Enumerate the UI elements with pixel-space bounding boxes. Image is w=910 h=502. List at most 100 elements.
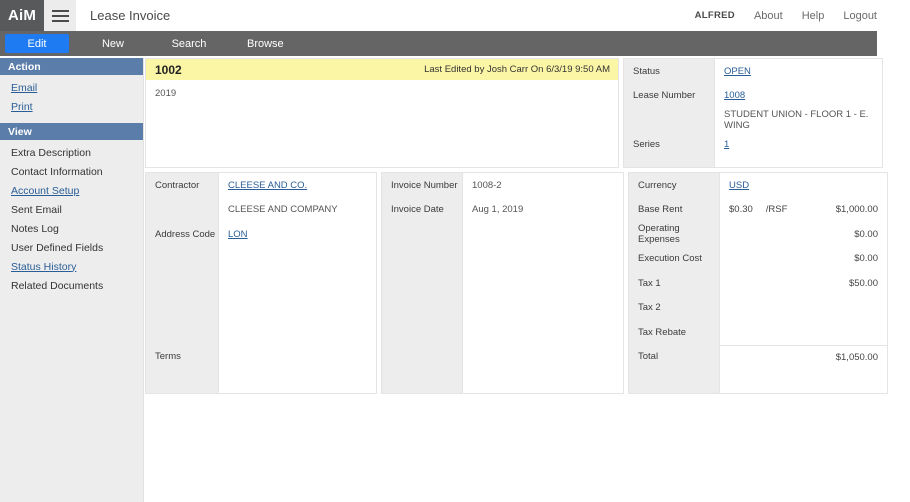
tab-new[interactable]: New [81,34,145,53]
value-spacer [219,320,376,345]
lease-description-text: STUDENT UNION - FLOOR 1 - E. WING [724,109,869,132]
sidebar-item-notes-log[interactable]: Notes Log [0,219,143,238]
sidebar-section-action: Action [0,58,143,75]
sidebar-item-account-setup[interactable]: Account Setup [0,181,143,200]
hamburger-icon[interactable] [44,0,76,31]
label-spacer [146,198,218,223]
status-label-column: Status Lease Number Series [624,59,714,167]
base-rent-amount: $1,000.00 [835,204,878,216]
label-spacer [624,108,714,133]
content-area: 1002 Last Edited by Josh Carr On 6/3/19 … [145,58,910,502]
value-tax-1-row: $50.00 [720,271,887,296]
label-lease-number: Lease Number [633,90,696,102]
status-panel: Status Lease Number Series OPEN 1008 STU… [623,58,883,168]
label-spacer [146,320,218,345]
value-contractor-name-row: CLEESE AND COMPANY [219,198,376,223]
hamburger-line [51,19,69,22]
label-operating-expenses: Operating Expenses [638,223,680,246]
label-tax-2: Tax 2 [638,302,661,314]
current-user-label: ALFRED [694,10,735,21]
value-currency-row: USD [720,173,887,198]
value-spacer [463,320,623,345]
contractor-label-column: Contractor Address Code Terms [146,173,218,393]
contractor-code-link[interactable]: CLEESE AND CO. [228,180,307,191]
app-window: AiM Lease Invoice ALFRED About Help Logo… [0,0,910,502]
amounts-panel: Currency Base Rent Operating Expenses Ex… [628,172,888,394]
label-execution-cost: Execution Cost [638,253,702,265]
label-spacer [146,296,218,321]
summary-description: 2019 [155,88,177,99]
value-tax-2-row [720,296,887,321]
amounts-label-column: Currency Base Rent Operating Expenses Ex… [629,173,719,393]
label-invoice-date: Invoice Date [391,204,444,216]
execution-cost-amount: $0.00 [854,253,878,265]
value-status-row: OPEN [715,59,882,84]
sidebar-item-related-documents[interactable]: Related Documents [0,276,143,295]
value-base-rent-row: $0.30 /RSF $1,000.00 [720,198,887,223]
operating-expenses-amount: $0.00 [854,228,878,240]
label-series: Series [633,139,660,151]
label-total: Total [638,351,659,363]
tab-browse[interactable]: Browse [233,34,298,53]
label-spacer [382,345,462,370]
help-link[interactable]: Help [802,10,825,22]
contractor-name-text: CLEESE AND COMPANY [228,204,338,216]
label-spacer [382,222,462,247]
value-terms-row [219,345,376,370]
top-bar: AiM Lease Invoice ALFRED About Help Logo… [0,0,910,31]
sidebar: Action Email Print View Extra Descriptio… [0,58,144,502]
label-spacer [382,296,462,321]
sidebar-section-view: View [0,123,143,140]
label-spacer [382,247,462,272]
tax-1-amount: $50.00 [848,277,878,289]
label-address-code: Address Code [155,228,216,240]
sidebar-item-contact-information[interactable]: Contact Information [0,162,143,181]
logo-text: AiM [7,7,37,24]
tab-edit[interactable]: Edit [5,34,69,53]
label-status: Status [633,65,660,77]
address-code-link[interactable]: LON [228,229,248,240]
status-value-column: OPEN 1008 STUDENT UNION - FLOOR 1 - E. W… [714,59,882,167]
sidebar-item-extra-description[interactable]: Extra Description [0,143,143,162]
invoice-number-text: 1008-2 [472,179,502,191]
contractor-panel: Contractor Address Code Terms CLEESE AND… [145,172,377,394]
value-spacer [219,271,376,296]
value-invoice-number-row: 1008-2 [463,173,623,198]
label-invoice-number: Invoice Number [391,179,458,191]
sidebar-item-sent-email[interactable]: Sent Email [0,200,143,219]
last-edited-text: Last Edited by Josh Carr On 6/3/19 9:50 … [424,64,610,75]
hamburger-line [51,9,69,12]
logout-link[interactable]: Logout [843,10,877,22]
panel-row-detail: Contractor Address Code Terms CLEESE AND… [145,172,910,394]
top-bar-right: ALFRED About Help Logout [695,0,910,31]
base-rent-unit: /RSF [765,204,788,216]
currency-link[interactable]: USD [729,180,749,191]
invoice-label-column: Invoice Number Invoice Date [382,173,462,393]
summary-header: 1002 Last Edited by Josh Carr On 6/3/19 … [146,59,618,80]
panel-row-top: 1002 Last Edited by Josh Carr On 6/3/19 … [145,58,910,168]
page-title: Lease Invoice [90,8,171,23]
label-spacer [382,320,462,345]
sidebar-item-email[interactable]: Email [0,78,143,97]
record-id: 1002 [155,62,182,77]
value-lease-description-row: STUDENT UNION - FLOOR 1 - E. WING [715,108,882,133]
lease-number-link[interactable]: 1008 [724,90,745,101]
value-spacer [463,222,623,247]
value-spacer [219,247,376,272]
value-operating-expenses-row: $0.00 [720,222,887,247]
value-spacer [463,247,623,272]
series-link[interactable]: 1 [724,139,729,150]
summary-panel: 1002 Last Edited by Josh Carr On 6/3/19 … [145,58,619,168]
status-link[interactable]: OPEN [724,66,751,77]
tab-search[interactable]: Search [157,34,221,53]
sidebar-item-print[interactable]: Print [0,97,143,116]
about-link[interactable]: About [754,10,783,22]
value-spacer [219,296,376,321]
value-lease-number-row: 1008 [715,84,882,109]
value-spacer [463,345,623,370]
sidebar-item-status-history[interactable]: Status History [0,257,143,276]
value-tax-rebate-row [720,320,887,345]
sidebar-item-user-defined-fields[interactable]: User Defined Fields [0,238,143,257]
nav-tab-bar: Edit New Search Browse [0,31,877,56]
value-spacer [463,271,623,296]
